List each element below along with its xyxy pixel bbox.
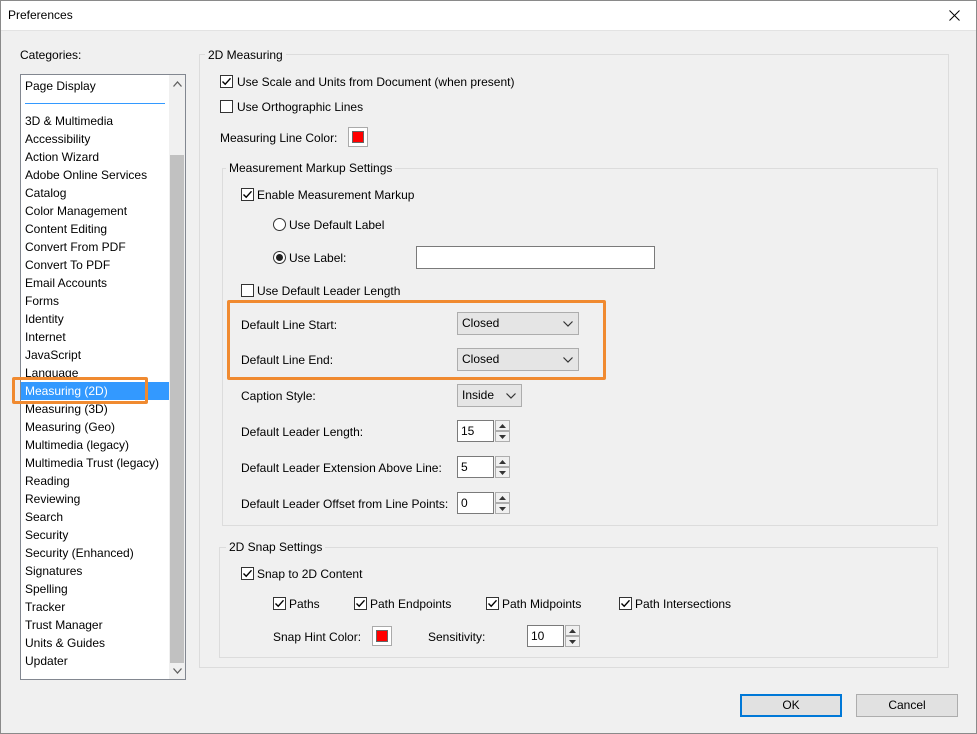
category-item[interactable]: Convert From PDF [25,238,126,256]
leader-offset-label: Default Leader Offset from Line Points: [241,497,449,511]
leader-offset-input[interactable]: 0 [457,492,494,514]
use-scale-checkbox[interactable] [220,75,233,88]
spin-up-icon[interactable] [495,420,510,431]
list-separator [25,103,165,104]
path-endpoints-label: Path Endpoints [370,597,452,611]
line-color-label: Measuring Line Color: [220,131,338,145]
categories-label: Categories: [20,48,82,62]
default-leader-checkbox[interactable] [241,284,254,297]
category-item[interactable]: Reviewing [25,490,80,508]
spin-up-icon[interactable] [495,456,510,467]
category-item[interactable]: Forms [25,292,59,310]
category-highlight-box [12,377,148,404]
category-item[interactable]: Spelling [25,580,68,598]
category-item[interactable]: Measuring (Geo) [25,418,115,436]
spin-down-icon[interactable] [495,467,510,478]
title-bar: Preferences [0,0,977,31]
category-item[interactable]: Multimedia (legacy) [25,436,129,454]
scroll-up-icon[interactable] [169,75,185,92]
window-title: Preferences [8,8,73,22]
enable-markup-label: Enable Measurement Markup [257,188,415,202]
default-label-option: Use Default Label [289,218,385,232]
ortho-lines-label: Use Orthographic Lines [237,100,364,114]
category-item[interactable]: Catalog [25,184,66,202]
sensitivity-input[interactable]: 10 [527,625,564,647]
paths-label: Paths [289,597,320,611]
snap-hint-color-swatch[interactable] [372,626,392,646]
line-color-swatch[interactable] [348,127,368,147]
default-label-radio[interactable] [273,218,286,231]
markup-group-title: Measurement Markup Settings [226,161,396,175]
spin-down-icon[interactable] [495,431,510,442]
category-item[interactable]: Signatures [25,562,82,580]
paths-checkbox[interactable] [273,597,286,610]
category-item[interactable]: Accessibility [25,130,90,148]
caption-style-value: Inside [462,388,495,402]
spin-up-icon[interactable] [495,492,510,503]
category-item[interactable]: Action Wizard [25,148,99,166]
scroll-thumb[interactable] [170,155,184,663]
leader-extension-input[interactable]: 5 [457,456,494,478]
spin-up-icon[interactable] [565,625,580,636]
leader-length-input[interactable]: 15 [457,420,494,442]
category-item[interactable]: JavaScript [25,346,81,364]
category-item[interactable]: Internet [25,328,66,346]
snap-content-label: Snap to 2D Content [257,567,363,581]
chevron-down-icon [501,385,521,406]
snap-content-checkbox[interactable] [241,567,254,580]
leader-extension-label: Default Leader Extension Above Line: [241,461,442,475]
path-intersections-checkbox[interactable] [619,597,632,610]
category-item[interactable]: Content Editing [25,220,107,238]
category-item[interactable]: Updater [25,652,68,670]
spin-down-icon[interactable] [565,636,580,647]
caption-style-label: Caption Style: [241,389,316,403]
use-label-option: Use Label: [289,251,347,265]
category-item[interactable]: Tracker [25,598,65,616]
category-item[interactable]: Color Management [25,202,127,220]
category-item[interactable]: Security (Enhanced) [25,544,134,562]
category-item[interactable]: Convert To PDF [25,256,110,274]
use-scale-label: Use Scale and Units from Document (when … [237,75,515,89]
category-item[interactable]: Email Accounts [25,274,107,292]
measuring-group-title: 2D Measuring [205,48,286,62]
snap-hint-color-fill [376,630,388,642]
line-settings-highlight-box [227,300,606,380]
list-scrollbar[interactable] [169,75,185,679]
sensitivity-label: Sensitivity: [428,630,486,644]
snap-group-title: 2D Snap Settings [226,540,326,554]
radio-dot [276,254,283,261]
snap-hint-color-label: Snap Hint Color: [273,630,362,644]
close-icon[interactable] [931,0,977,31]
use-label-input[interactable] [416,246,655,269]
line-color-fill [352,131,364,143]
ortho-lines-checkbox[interactable] [220,100,233,113]
leader-length-label: Default Leader Length: [241,425,364,439]
category-item[interactable]: Trust Manager [25,616,103,634]
category-item[interactable]: Adobe Online Services [25,166,147,184]
category-item[interactable]: Reading [25,472,70,490]
path-intersections-label: Path Intersections [635,597,732,611]
category-item[interactable]: 3D & Multimedia [25,112,113,130]
path-midpoints-checkbox[interactable] [486,597,499,610]
category-item[interactable]: Search [25,508,63,526]
spin-down-icon[interactable] [495,503,510,514]
category-item[interactable]: Multimedia Trust (legacy) [25,454,159,472]
enable-markup-checkbox[interactable] [241,188,254,201]
default-leader-label: Use Default Leader Length [257,284,401,298]
path-endpoints-checkbox[interactable] [354,597,367,610]
path-midpoints-label: Path Midpoints [502,597,582,611]
scroll-down-icon[interactable] [169,662,185,679]
cancel-button[interactable]: Cancel [856,694,958,717]
category-item[interactable]: Security [25,526,68,544]
category-item[interactable]: Units & Guides [25,634,105,652]
category-item[interactable]: Identity [25,310,64,328]
use-label-radio[interactable] [273,251,286,264]
category-page-display[interactable]: Page Display [25,77,96,95]
caption-style-select[interactable]: Inside [457,384,522,407]
ok-button[interactable]: OK [740,694,842,717]
